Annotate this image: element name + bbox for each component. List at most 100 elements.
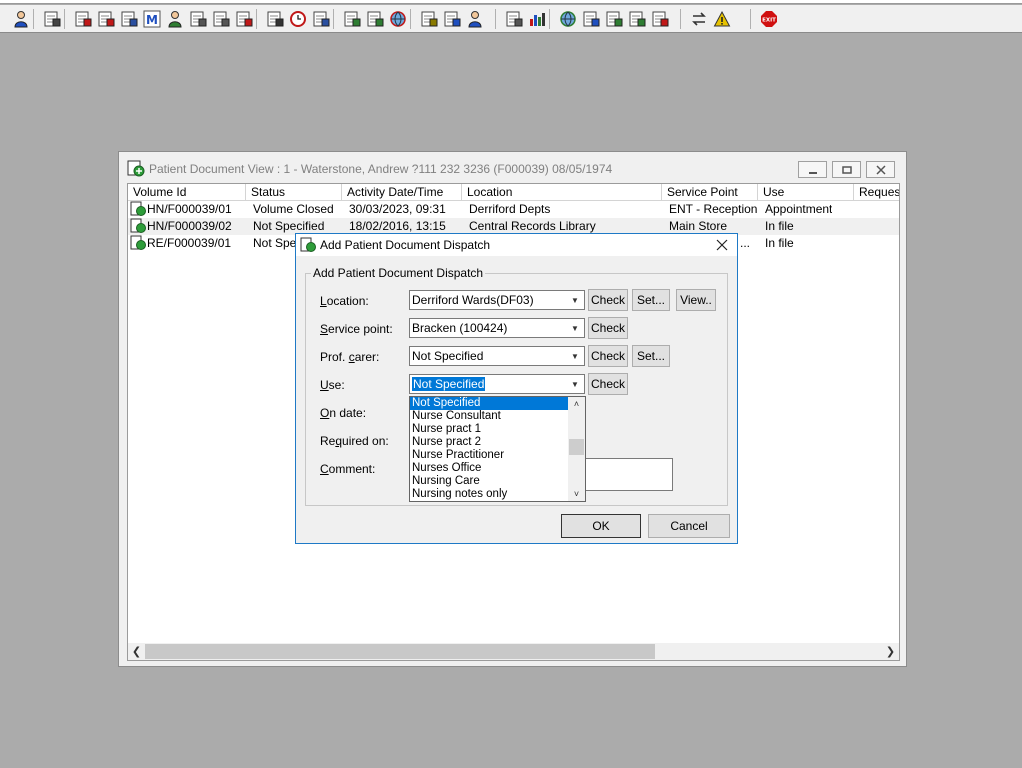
horizontal-scrollbar[interactable]: ❮ ❯ — [128, 643, 899, 660]
transfer-red-button[interactable] — [233, 8, 254, 29]
folder-button[interactable] — [95, 8, 116, 29]
search-icon — [267, 11, 283, 26]
toolbar-separator — [495, 9, 496, 29]
print-person-button[interactable] — [464, 8, 485, 29]
close-icon — [875, 164, 886, 175]
on-date-label: On date: — [320, 406, 367, 420]
chevron-down-icon[interactable]: ▼ — [567, 376, 583, 392]
chevron-down-icon[interactable]: ▼ — [567, 348, 583, 364]
column-header-use[interactable]: Use — [758, 184, 854, 201]
scroll-right-icon[interactable]: ❯ — [882, 643, 899, 660]
chevron-up-icon[interactable]: ˄ — [568, 397, 585, 411]
column-header-request[interactable]: Reques — [854, 184, 899, 201]
column-header-activity[interactable]: Activity Date/Time — [342, 184, 462, 201]
use-option[interactable]: Nursing Care — [410, 475, 569, 488]
child-title-bar[interactable]: Patient Document View : 1 - Waterstone, … — [119, 152, 906, 183]
prof-carer-value: Not Specified — [412, 349, 484, 363]
table-row[interactable]: HN/F000039/01 Volume Closed 30/03/2023, … — [128, 201, 899, 218]
location-set-button[interactable]: Set... — [632, 289, 670, 311]
use-dropdown-list[interactable]: Not Specified Nurse Consultant Nurse pra… — [409, 396, 586, 502]
warning-button[interactable] — [711, 8, 732, 29]
use-option[interactable]: Not Specified — [410, 397, 569, 410]
prof-carer-combo[interactable]: Not Specified ▼ — [409, 346, 585, 366]
printer-green-button[interactable] — [341, 8, 362, 29]
restore-icon — [841, 165, 852, 174]
scroll-left-icon[interactable]: ❮ — [128, 643, 145, 660]
use-option[interactable]: Nurse Practitioner — [410, 449, 569, 462]
globe-arrows-icon — [559, 10, 576, 27]
location-value: Derriford Wards(DF03) — [412, 293, 534, 307]
dialog-close-button[interactable] — [710, 236, 734, 254]
svg-text:EXIT: EXIT — [762, 17, 776, 23]
use-option[interactable]: Nursing notes only — [410, 488, 569, 501]
exit-button[interactable]: EXIT — [758, 8, 779, 29]
service-point-combo[interactable]: Bracken (100424) ▼ — [409, 318, 585, 338]
prof-carer-set-button[interactable]: Set... — [632, 345, 670, 367]
edit-document-button[interactable] — [187, 8, 208, 29]
chevron-down-icon[interactable]: ▼ — [567, 292, 583, 308]
clock-button[interactable] — [287, 8, 308, 29]
cell-use: Appointment — [765, 202, 833, 216]
document-volume-icon — [130, 218, 146, 233]
tray-button[interactable] — [441, 8, 462, 29]
minimize-button[interactable] — [798, 161, 827, 178]
search-document-button[interactable] — [118, 8, 139, 29]
sync-button[interactable] — [626, 8, 647, 29]
swap-button[interactable] — [688, 8, 709, 29]
notes-button[interactable] — [418, 8, 439, 29]
transfer-icon — [213, 11, 229, 26]
download-button[interactable] — [603, 8, 624, 29]
use-check-button[interactable]: Check — [588, 373, 628, 395]
location-view-button[interactable]: View.. — [676, 289, 716, 311]
globe-button[interactable] — [387, 8, 408, 29]
cancel-button[interactable]: Cancel — [648, 514, 730, 538]
dialog-title: Add Patient Document Dispatch — [320, 238, 491, 252]
use-option[interactable]: Nurse pract 2 — [410, 436, 569, 449]
ok-button[interactable]: OK — [561, 514, 641, 538]
sync-red-button[interactable] — [649, 8, 670, 29]
globe-arrows-button[interactable] — [557, 8, 578, 29]
screen-button[interactable] — [310, 8, 331, 29]
dropdown-scrollbar[interactable]: ˄ ˅ — [568, 397, 585, 501]
red-book-button[interactable] — [72, 8, 93, 29]
service-point-label: Service point: — [320, 322, 393, 336]
close-window-button[interactable] — [866, 161, 895, 178]
restore-button[interactable] — [832, 161, 861, 178]
comment-label: Comment: — [320, 462, 376, 476]
required-on-label: Required on: — [320, 434, 389, 448]
scrollbar-thumb[interactable] — [145, 644, 655, 659]
use-option[interactable]: Nurse pract 1 — [410, 423, 569, 436]
location-combo[interactable]: Derriford Wards(DF03) ▼ — [409, 290, 585, 310]
patient-button[interactable] — [10, 8, 31, 29]
page-button[interactable] — [503, 8, 524, 29]
column-header-status[interactable]: Status — [246, 184, 342, 201]
person-button[interactable] — [164, 8, 185, 29]
group-label: Add Patient Document Dispatch — [311, 266, 486, 280]
notes-icon — [421, 11, 437, 26]
use-combo[interactable]: Not Specified ▼ — [409, 374, 585, 394]
chevron-down-icon[interactable]: ˅ — [568, 487, 585, 501]
printer-button[interactable] — [41, 8, 62, 29]
use-option[interactable]: Nurses Office — [410, 462, 569, 475]
form-button[interactable] — [364, 8, 385, 29]
prof-carer-check-button[interactable]: Check — [588, 345, 628, 367]
column-header-service-point[interactable]: Service Point — [662, 184, 758, 201]
dialog-title-bar[interactable]: Add Patient Document Dispatch — [296, 234, 737, 256]
dropdown-scrollbar-thumb[interactable] — [569, 439, 584, 455]
minimize-icon — [808, 171, 817, 174]
chevron-down-icon[interactable]: ▼ — [567, 320, 583, 336]
service-point-check-button[interactable]: Check — [588, 317, 628, 339]
main-toolbar: M EXIT — [0, 5, 1022, 33]
transfer-button[interactable] — [210, 8, 231, 29]
letter-m-button[interactable]: M — [141, 8, 162, 29]
use-option[interactable]: Nurse Consultant — [410, 410, 569, 423]
cell-volume-id: HN/F000039/02 — [147, 219, 232, 233]
document-arrow-button[interactable] — [580, 8, 601, 29]
location-check-button[interactable]: Check — [588, 289, 628, 311]
edit-document-icon — [190, 11, 206, 26]
column-header-location[interactable]: Location — [462, 184, 662, 201]
column-header-volume-id[interactable]: Volume Id — [128, 184, 246, 201]
child-window-title: Patient Document View : 1 - Waterstone, … — [149, 162, 613, 176]
bar-chart-button[interactable] — [526, 8, 547, 29]
search-button[interactable] — [264, 8, 285, 29]
